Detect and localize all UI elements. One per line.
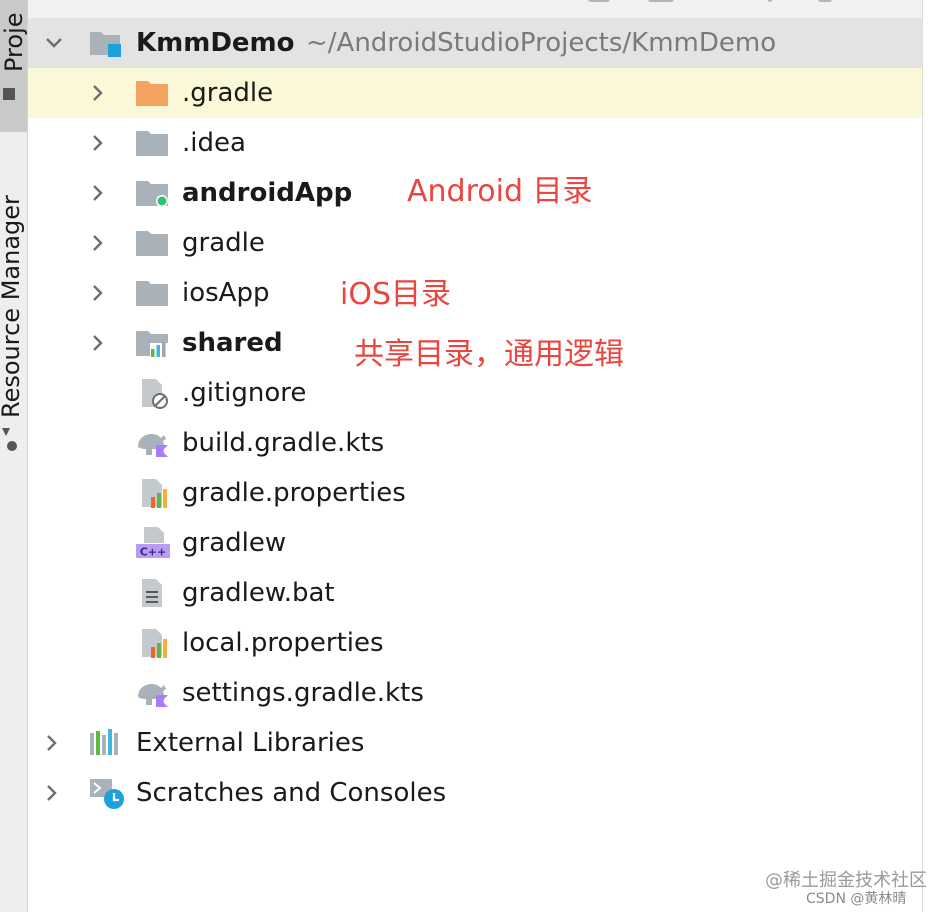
scratches-icon xyxy=(90,779,124,809)
tree-item-gradle-properties[interactable]: gradle.properties xyxy=(28,468,922,518)
folder-icon xyxy=(136,281,168,306)
properties-file-icon xyxy=(142,629,167,658)
annotation-ios: iOS目录 xyxy=(340,277,451,312)
chevron-right-icon[interactable] xyxy=(42,783,62,803)
tree-item-label: build.gradle.kts xyxy=(182,428,385,458)
tree-item-label: gradlew.bat xyxy=(182,578,335,608)
tree-item-settings-gradle-kts[interactable]: settings.gradle.kts xyxy=(28,668,922,718)
chevron-down-icon[interactable] xyxy=(44,33,64,53)
tree-item-label: gradlew xyxy=(182,528,287,558)
tree-item-label: .gradle xyxy=(182,78,274,108)
left-tool-strip: Proje Resource Manager xyxy=(0,0,28,912)
module-folder-icon xyxy=(136,331,168,358)
tree-item-label: settings.gradle.kts xyxy=(182,678,424,708)
text-file-icon xyxy=(142,579,162,607)
tree-root-row[interactable]: KmmDemo ~/AndroidStudioProjects/KmmDemo xyxy=(28,18,922,68)
tree-item-scratches[interactable]: Scratches and Consoles xyxy=(28,768,922,818)
folder-icon xyxy=(136,231,168,256)
watermark-csdn: CSDN @黄林晴 xyxy=(806,891,907,907)
tree-item-gradlew[interactable]: C++ gradlew xyxy=(28,518,922,568)
annotation-android: Android 目录 xyxy=(407,174,593,209)
tree-item-external-libraries[interactable]: External Libraries xyxy=(28,718,922,768)
toolbar-separator xyxy=(768,0,772,2)
chevron-right-icon[interactable] xyxy=(88,283,108,303)
tree-item-build-gradle-kts[interactable]: build.gradle.kts xyxy=(28,418,922,468)
cpp-file-icon: C++ xyxy=(136,527,170,559)
right-panel-edge xyxy=(922,0,950,912)
tree-item-gradle-hidden[interactable]: .gradle xyxy=(28,68,922,118)
tree-item-gradlew-bat[interactable]: gradlew.bat xyxy=(28,568,922,618)
project-tool-tab[interactable]: Proje xyxy=(0,0,28,132)
project-folder-icon xyxy=(90,32,121,57)
project-tab-icon xyxy=(3,88,15,100)
tree-item-label: androidApp xyxy=(182,178,353,208)
gradle-kotlin-file-icon xyxy=(138,434,168,457)
resource-manager-icon xyxy=(2,428,17,451)
chevron-right-icon[interactable] xyxy=(88,233,108,253)
toolbar-icon[interactable] xyxy=(648,0,674,2)
tree-item-label: iosApp xyxy=(182,278,270,308)
folder-icon xyxy=(136,131,168,156)
tree-item-local-properties[interactable]: local.properties xyxy=(28,618,922,668)
tree-item-gitignore[interactable]: .gitignore xyxy=(28,368,922,418)
resource-manager-tab-label: Resource Manager xyxy=(0,195,25,418)
chevron-right-icon[interactable] xyxy=(88,133,108,153)
gradle-kotlin-file-icon xyxy=(138,684,168,707)
properties-file-icon xyxy=(142,479,167,508)
chevron-right-icon[interactable] xyxy=(88,183,108,203)
folder-orange-icon xyxy=(136,81,168,106)
root-project-name: KmmDemo xyxy=(136,28,295,58)
tree-item-label: .gitignore xyxy=(182,378,307,408)
tree-item-label: Scratches and Consoles xyxy=(136,778,447,808)
tree-item-idea[interactable]: .idea xyxy=(28,118,922,168)
tree-item-label: local.properties xyxy=(182,628,384,658)
annotation-shared: 共享目录，通用逻辑 xyxy=(354,337,624,372)
tree-item-label: .idea xyxy=(182,128,246,158)
tree-item-gradle[interactable]: gradle xyxy=(28,218,922,268)
tree-item-iosapp[interactable]: iosApp xyxy=(28,268,922,318)
tree-item-label: shared xyxy=(182,328,283,358)
libraries-icon xyxy=(90,729,118,755)
tree-item-label: External Libraries xyxy=(136,728,365,758)
svg-text:C++: C++ xyxy=(140,546,167,559)
chevron-right-icon[interactable] xyxy=(88,83,108,103)
root-project-path: ~/AndroidStudioProjects/KmmDemo xyxy=(306,28,777,58)
tree-item-label: gradle xyxy=(182,228,265,258)
ignore-file-icon xyxy=(142,379,168,409)
chevron-right-icon[interactable] xyxy=(88,333,108,353)
tree-item-label: gradle.properties xyxy=(182,478,406,508)
toolbar-icon[interactable] xyxy=(818,0,832,2)
chevron-right-icon[interactable] xyxy=(42,733,62,753)
top-toolbar xyxy=(28,0,922,19)
toolbar-icon[interactable] xyxy=(588,0,610,2)
project-tab-label: Proje xyxy=(0,12,28,72)
android-module-folder-icon xyxy=(136,181,168,207)
